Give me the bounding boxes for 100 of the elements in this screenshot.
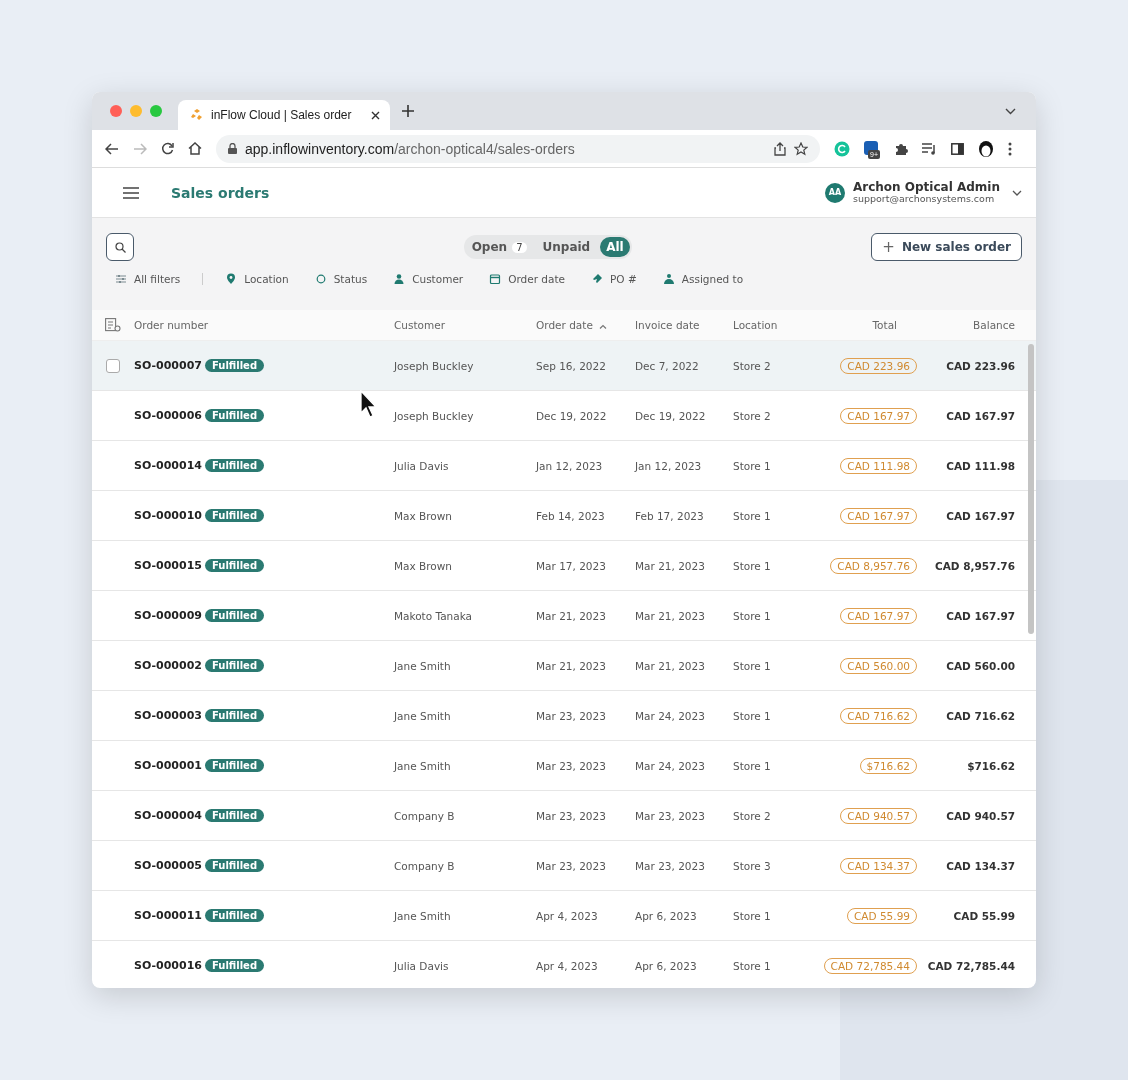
people-icon bbox=[662, 273, 675, 285]
order-number[interactable]: SO-000016 bbox=[134, 959, 202, 972]
view-tab[interactable]: Unpaid bbox=[536, 237, 597, 257]
column-header[interactable]: Invoice date bbox=[635, 319, 733, 331]
table-cell-text: Jane Smith bbox=[394, 709, 452, 722]
back-icon[interactable] bbox=[105, 142, 119, 155]
filter-button[interactable]: PO # bbox=[591, 273, 637, 285]
table-row[interactable]: SO-000004 Fulfilled Company B Mar 23, 2023 Mar 23, 2023 Store 2 CAD 940.57 CAD 940.57 bbox=[92, 791, 1036, 841]
status-badge: Fulfilled bbox=[204, 709, 265, 722]
table-row[interactable]: SO-000002 Fulfilled Jane Smith Mar 21, 2023 Mar 21, 2023 Store 1 CAD 560.00 CAD 560.00 bbox=[92, 641, 1036, 691]
order-number[interactable]: SO-000004 bbox=[134, 809, 202, 822]
count-badge: 7 bbox=[512, 241, 527, 253]
column-header[interactable]: Order number bbox=[134, 319, 394, 331]
view-tab[interactable]: Open 7 bbox=[465, 237, 533, 257]
filter-button[interactable]: All filters bbox=[115, 273, 181, 285]
close-tab-icon[interactable] bbox=[371, 110, 380, 120]
table-cell-text: CAD 111.98 bbox=[945, 459, 1015, 472]
address-bar[interactable]: app.inflowinventory.com/archon-optical4/sales-orders bbox=[216, 134, 820, 163]
chevron-down-icon[interactable] bbox=[1005, 107, 1016, 115]
table-cell-text: Store 1 bbox=[733, 459, 772, 472]
table-cell-text: Store 2 bbox=[733, 359, 772, 372]
table-cell-text: Store 1 bbox=[733, 509, 772, 522]
lock-icon bbox=[228, 143, 237, 154]
more-options-icon[interactable] bbox=[1008, 141, 1012, 156]
table-row[interactable]: SO-000001 Fulfilled Jane Smith Mar 23, 2023 Mar 24, 2023 Store 1 $716.62 $716.62 bbox=[92, 741, 1036, 791]
order-number[interactable]: SO-000009 bbox=[134, 609, 202, 622]
filter-button[interactable]: Order date bbox=[489, 273, 566, 285]
location-pin-icon bbox=[225, 273, 238, 285]
tag-icon bbox=[591, 273, 604, 285]
status-badge: Fulfilled bbox=[204, 459, 265, 472]
reload-icon[interactable] bbox=[161, 142, 174, 155]
table-cell-text: Store 3 bbox=[733, 859, 772, 872]
table-cell-text: Mar 23, 2023 bbox=[635, 859, 706, 872]
mouse-pointer-icon bbox=[360, 390, 378, 418]
order-number[interactable]: SO-000014 bbox=[134, 459, 202, 472]
filter-button[interactable]: Assigned to bbox=[662, 273, 744, 285]
status-badge: Fulfilled bbox=[204, 609, 265, 622]
table-cell-text: Apr 6, 2023 bbox=[635, 959, 698, 972]
profile-avatar-icon[interactable] bbox=[978, 140, 994, 157]
table-cell-text: $716.62 bbox=[966, 759, 1015, 772]
table-cell-text: Max Brown bbox=[394, 559, 453, 572]
table-cell-text: Store 1 bbox=[733, 709, 772, 722]
search-button[interactable] bbox=[106, 233, 134, 261]
puzzle-icon[interactable] bbox=[894, 141, 908, 156]
table-cell-text: CAD 223.96 bbox=[945, 359, 1015, 372]
home-icon[interactable] bbox=[188, 142, 202, 155]
table-row[interactable]: SO-000016 Fulfilled Julia Davis Apr 4, 2023 Apr 6, 2023 Store 1 CAD 72,785.44 CAD 72,785.44 bbox=[92, 941, 1036, 988]
table-cell-text: Joseph Buckley bbox=[394, 409, 475, 422]
browser-tab[interactable]: inFlow Cloud | Sales order bbox=[178, 100, 390, 130]
table-row[interactable]: SO-000007 Fulfilled Joseph Buckley Sep 16, 2022 Dec 7, 2022 Store 2 CAD 223.96 CAD 223.96 bbox=[92, 341, 1036, 391]
user-name: Archon Optical Admin bbox=[853, 181, 1000, 193]
row-checkbox[interactable] bbox=[106, 358, 120, 373]
column-header[interactable]: Order date bbox=[536, 319, 635, 331]
media-icon[interactable] bbox=[922, 142, 937, 155]
sort-ascending-icon[interactable] bbox=[598, 324, 607, 329]
table-row[interactable]: SO-000011 Fulfilled Jane Smith Apr 4, 2023 Apr 6, 2023 Store 1 CAD 55.99 CAD 55.99 bbox=[92, 891, 1036, 941]
star-icon[interactable] bbox=[794, 141, 808, 156]
table-row[interactable]: SO-000005 Fulfilled Company B Mar 23, 2023 Mar 23, 2023 Store 3 CAD 134.37 CAD 134.37 bbox=[92, 841, 1036, 891]
view-tab[interactable]: All bbox=[600, 237, 630, 257]
table-cell-text: Mar 23, 2023 bbox=[536, 809, 607, 822]
order-number[interactable]: SO-000005 bbox=[134, 859, 202, 872]
table-cell-text: Mar 21, 2023 bbox=[635, 559, 706, 572]
new-tab-icon[interactable] bbox=[402, 105, 414, 117]
order-number[interactable]: SO-000006 bbox=[134, 409, 202, 422]
table-cell-text: Sep 16, 2022 bbox=[536, 359, 607, 372]
column-header[interactable]: Balance bbox=[917, 319, 1015, 331]
filter-button[interactable]: Customer bbox=[393, 273, 464, 285]
table-cell-text: Apr 6, 2023 bbox=[635, 909, 698, 922]
column-header[interactable]: Customer bbox=[394, 319, 536, 331]
order-number[interactable]: SO-000003 bbox=[134, 709, 202, 722]
order-number[interactable]: SO-000007 bbox=[134, 359, 202, 372]
table-cell-text: Dec 19, 2022 bbox=[635, 409, 707, 422]
menu-icon[interactable] bbox=[123, 186, 139, 199]
order-number[interactable]: SO-000001 bbox=[134, 759, 202, 772]
column-settings-icon[interactable] bbox=[105, 318, 121, 332]
user-avatar[interactable]: AA bbox=[825, 182, 845, 203]
side-panel-icon[interactable] bbox=[951, 142, 964, 155]
new-sales-order-button[interactable]: + New sales order bbox=[871, 233, 1022, 261]
table-cell-text: CAD 8,957.76 bbox=[933, 559, 1015, 572]
order-number[interactable]: SO-000015 bbox=[134, 559, 202, 572]
filter-button[interactable]: Location bbox=[225, 273, 289, 285]
column-header[interactable]: Total bbox=[824, 319, 917, 331]
status-badge: Fulfilled bbox=[204, 659, 265, 672]
table-cell-text: Jan 12, 2023 bbox=[536, 459, 604, 472]
table-cell-text: Mar 23, 2023 bbox=[536, 759, 607, 772]
order-number[interactable]: SO-000011 bbox=[134, 909, 202, 922]
table-cell-text: Company B bbox=[394, 809, 456, 822]
table-cell-text: CAD 167.97 bbox=[945, 509, 1015, 522]
filter-button[interactable]: Status bbox=[314, 273, 368, 285]
search-icon bbox=[114, 241, 126, 253]
order-number[interactable]: SO-000002 bbox=[134, 659, 202, 672]
table-row[interactable]: SO-000003 Fulfilled Jane Smith Mar 23, 2023 Mar 24, 2023 Store 1 CAD 716.62 CAD 716.62 bbox=[92, 691, 1036, 741]
table-cell-text: Apr 4, 2023 bbox=[536, 959, 599, 972]
chevron-down-icon[interactable] bbox=[1012, 189, 1022, 196]
table-cell-text: Mar 21, 2023 bbox=[536, 609, 607, 622]
order-number[interactable]: SO-000010 bbox=[134, 509, 202, 522]
share-icon[interactable] bbox=[774, 141, 786, 156]
column-header[interactable]: Location bbox=[733, 319, 824, 331]
table-cell-text: Max Brown bbox=[394, 509, 453, 522]
user-email: support@archonsystems.com bbox=[853, 192, 996, 204]
